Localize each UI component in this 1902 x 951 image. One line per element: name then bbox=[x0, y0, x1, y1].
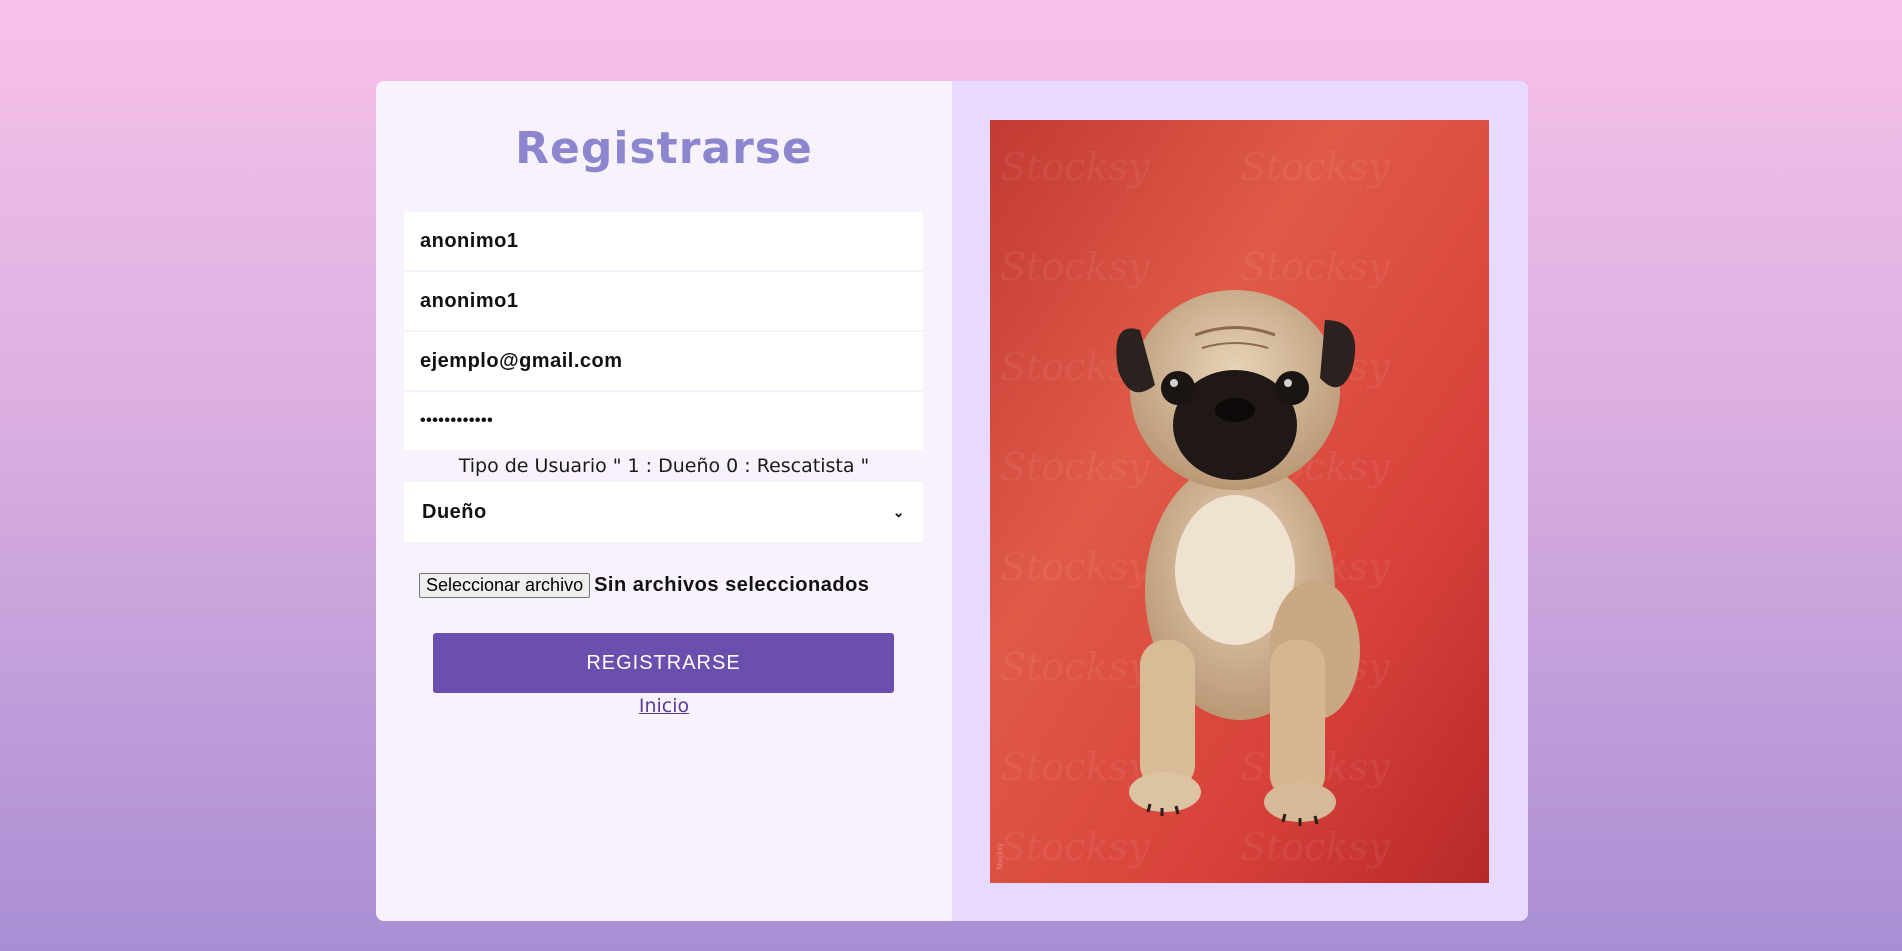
page-title: Registrarse bbox=[515, 123, 813, 174]
svg-text:Stocksy: Stocksy bbox=[1000, 145, 1150, 189]
user-type-selected-value: Dueño bbox=[422, 500, 487, 523]
svg-text:Stocksy: Stocksy bbox=[1240, 245, 1390, 289]
svg-text:Stocksy: Stocksy bbox=[1000, 545, 1150, 589]
chevron-down-icon: ⌄ bbox=[892, 503, 905, 520]
email-input[interactable]: ejemplo@gmail.com bbox=[404, 332, 923, 390]
user-type-label: Tipo de Usuario " 1 : Dueño 0 : Rescatis… bbox=[458, 455, 870, 477]
pug-photo: Stocksy Stocksy Stocksy Stocksy Stocksy Sto… bbox=[990, 120, 1489, 883]
file-status-text: Sin archivos seleccionados bbox=[594, 574, 870, 596]
svg-text:Stocksy: Stocksy bbox=[1000, 825, 1150, 869]
svg-text:Stocksy: Stocksy bbox=[1240, 145, 1390, 189]
register-card: Registrarse anonimo1 anonimo1 ejemplo@gm… bbox=[376, 81, 1528, 921]
home-link[interactable]: Inicio bbox=[376, 695, 952, 717]
name-input[interactable]: anonimo1 bbox=[404, 272, 923, 330]
svg-text:Stocksy: Stocksy bbox=[1240, 825, 1390, 869]
svg-text:Stocksy: Stocksy bbox=[1000, 745, 1150, 789]
register-button[interactable]: REGISTRARSE bbox=[433, 633, 894, 693]
user-type-select[interactable]: Dueño ⌄ bbox=[404, 482, 923, 542]
choose-file-button[interactable]: Seleccionar archivo bbox=[419, 573, 591, 598]
svg-text:Stocksy: Stocksy bbox=[1000, 245, 1150, 289]
username-input[interactable]: anonimo1 bbox=[404, 212, 923, 270]
svg-text:Stocksy: Stocksy bbox=[1000, 445, 1150, 489]
svg-text:Stocksy: Stocksy bbox=[1000, 645, 1150, 689]
password-input[interactable]: •••••••••••• bbox=[404, 392, 923, 450]
image-panel: Stocksy Stocksy Stocksy Stocksy Stocksy Sto… bbox=[952, 81, 1528, 921]
register-form: Registrarse anonimo1 anonimo1 ejemplo@gm… bbox=[376, 81, 952, 921]
svg-text:Stocksy: Stocksy bbox=[996, 843, 1004, 870]
file-upload: Seleccionar archivo Sin archivos selecci… bbox=[419, 573, 869, 598]
